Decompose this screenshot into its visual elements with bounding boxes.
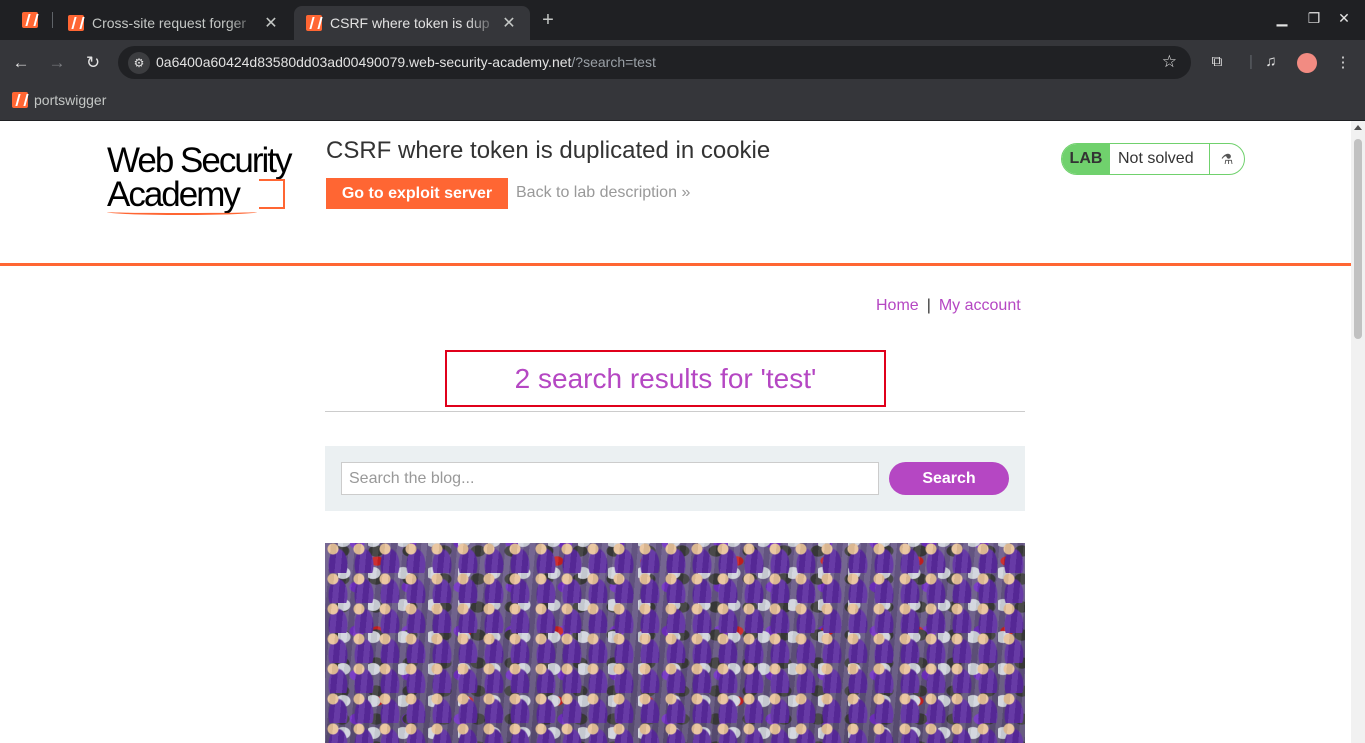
logo-bolt-icon bbox=[259, 179, 285, 209]
home-link[interactable]: Home bbox=[876, 297, 919, 314]
restore-icon[interactable]: ❐ bbox=[1304, 10, 1324, 27]
page-viewport: Web Security Academy CSRF where token is… bbox=[0, 121, 1351, 743]
image-texture bbox=[325, 543, 1025, 743]
divider bbox=[325, 411, 1025, 412]
cast-search-icon[interactable]: ⧉ bbox=[1206, 53, 1228, 70]
top-nav: Home | My account bbox=[876, 297, 1021, 315]
flask-icon: ⚗ bbox=[1220, 151, 1234, 167]
nav-separator: | bbox=[926, 297, 931, 314]
new-tab-button[interactable]: + bbox=[536, 8, 560, 32]
close-tab-icon[interactable]: ✕ bbox=[500, 13, 518, 33]
media-controls-icon[interactable]: ♫ bbox=[1260, 53, 1282, 70]
tab-title: CSRF where token is dup bbox=[330, 15, 490, 31]
tab-cross-site-request-forgery[interactable]: Cross-site request forger ✕ bbox=[56, 6, 292, 40]
address-bar[interactable]: ⚙ 0a6400a60424d83580dd03ad00490079.web-s… bbox=[118, 46, 1191, 79]
my-account-link[interactable]: My account bbox=[939, 297, 1021, 314]
toolbar-divider: | bbox=[1249, 53, 1253, 70]
back-to-lab-description-link[interactable]: Back to lab description » bbox=[516, 184, 690, 202]
pinned-tab[interactable] bbox=[18, 8, 42, 32]
double-chevron-icon: » bbox=[681, 184, 691, 201]
tab-separator bbox=[52, 12, 53, 28]
menu-kebab-icon[interactable]: ⋮ bbox=[1332, 53, 1354, 71]
lab-status-text: Not solved bbox=[1110, 144, 1210, 174]
search-input[interactable]: Search the blog... bbox=[341, 462, 879, 495]
site-info-icon[interactable]: ⚙ bbox=[128, 52, 150, 74]
portswigger-favicon-icon bbox=[12, 92, 28, 108]
minimize-icon[interactable]: ▁ bbox=[1272, 10, 1292, 27]
url-text[interactable]: 0a6400a60424d83580dd03ad00490079.web-sec… bbox=[156, 54, 656, 70]
browser-toolbar: ← → ↻ ⚙ 0a6400a60424d83580dd03ad00490079… bbox=[0, 40, 1365, 86]
blog-post-image[interactable] bbox=[325, 543, 1025, 743]
back-icon[interactable]: ← bbox=[10, 52, 32, 74]
portswigger-favicon-icon bbox=[68, 15, 84, 31]
search-results-heading: 2 search results for 'test' bbox=[514, 362, 817, 394]
go-to-exploit-server-button[interactable]: Go to exploit server bbox=[326, 178, 508, 209]
profile-avatar-icon[interactable] bbox=[1296, 53, 1318, 77]
forward-icon[interactable]: → bbox=[46, 52, 68, 74]
tab-csrf-lab[interactable]: CSRF where token is dup ✕ bbox=[294, 6, 530, 40]
bookmark-star-icon[interactable]: ☆ bbox=[1162, 52, 1177, 72]
lab-status-widget: LAB Not solved ⚗ bbox=[1061, 143, 1245, 175]
page-scrollbar[interactable] bbox=[1351, 121, 1365, 743]
bookmarks-bar: portswigger bbox=[0, 86, 1365, 121]
portswigger-favicon-icon bbox=[22, 12, 38, 28]
search-button[interactable]: Search bbox=[889, 462, 1009, 495]
close-window-icon[interactable]: ✕ bbox=[1334, 10, 1354, 27]
url-host: 0a6400a60424d83580dd03ad00490079.web-sec… bbox=[156, 54, 572, 70]
reload-icon[interactable]: ↻ bbox=[82, 52, 104, 74]
url-path: /?search=test bbox=[571, 54, 656, 70]
close-tab-icon[interactable]: ✕ bbox=[262, 13, 280, 33]
portswigger-favicon-icon bbox=[306, 15, 322, 31]
lab-title: CSRF where token is duplicated in cookie bbox=[326, 137, 771, 164]
search-results-heading-box: 2 search results for 'test' bbox=[445, 350, 886, 407]
bookmark-portswigger[interactable]: portswigger bbox=[12, 92, 106, 108]
bookmark-label: portswigger bbox=[34, 92, 107, 108]
blog-search-panel: Search the blog... Search bbox=[325, 446, 1025, 511]
academy-header: Web Security Academy CSRF where token is… bbox=[0, 121, 1351, 266]
lab-badge: LAB bbox=[1062, 144, 1110, 174]
browser-tab-strip: Cross-site request forger ✕ CSRF where t… bbox=[0, 0, 1365, 40]
scroll-up-icon[interactable] bbox=[1354, 125, 1362, 130]
scroll-thumb[interactable] bbox=[1354, 139, 1362, 339]
web-security-academy-logo[interactable]: Web Security Academy bbox=[107, 141, 307, 215]
back-link-label: Back to lab description bbox=[516, 184, 677, 201]
logo-swoosh bbox=[107, 209, 257, 215]
tab-title: Cross-site request forger bbox=[92, 15, 247, 31]
